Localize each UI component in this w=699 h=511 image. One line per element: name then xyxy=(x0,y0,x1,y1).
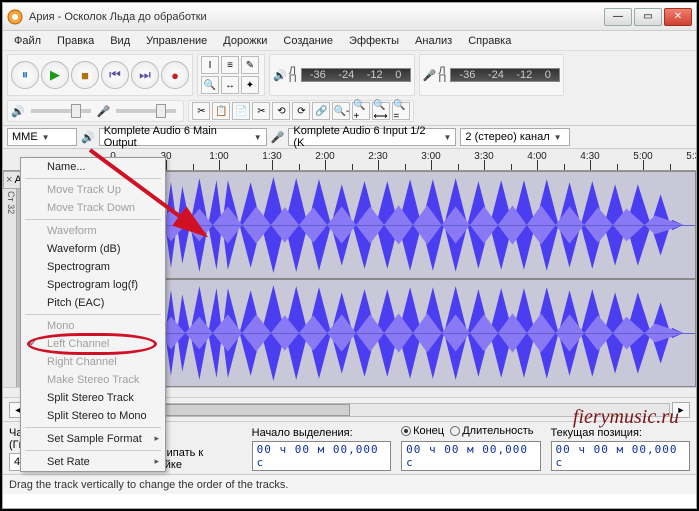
menu-analyze[interactable]: Анализ xyxy=(408,33,459,49)
waveform-channel-left[interactable] xyxy=(113,171,696,279)
tool-draw[interactable]: ✎ xyxy=(241,56,259,74)
watermark-text: fierymusic.ru xyxy=(573,406,679,429)
current-position-timecode[interactable]: 00 ч 00 м 00,000 с xyxy=(551,441,690,471)
cm-spectrogram[interactable]: Spectrogram xyxy=(21,258,165,276)
selection-end-timecode[interactable]: 00 ч 00 м 00,000 с xyxy=(401,441,540,471)
cm-split-stereo[interactable]: Split Stereo Track xyxy=(21,389,165,407)
menu-control[interactable]: Управление xyxy=(139,33,214,49)
playback-meter[interactable]: -36-24-120 xyxy=(301,68,411,82)
menu-effects[interactable]: Эффекты xyxy=(342,33,406,49)
input-channels-combo[interactable]: 2 (стерео) канал▼ xyxy=(460,128,570,146)
cm-left-channel[interactable]: Left Channel xyxy=(21,335,165,353)
edit-paste[interactable]: 📄 xyxy=(232,102,250,120)
cm-move-up[interactable]: Move Track Up xyxy=(21,181,165,199)
cm-pitch[interactable]: Pitch (EAC) xyxy=(21,294,165,312)
menubar: Файл Правка Вид Управление Дорожки Созда… xyxy=(3,31,696,51)
cm-move-down[interactable]: Move Track Down xyxy=(21,199,165,217)
skip-end-button[interactable]: ⏭ xyxy=(131,61,159,89)
cm-set-rate[interactable]: Set Rate xyxy=(21,453,165,471)
maximize-button[interactable]: ▭ xyxy=(634,8,662,26)
waveform-channel-right[interactable] xyxy=(113,279,696,387)
input-volume-slider[interactable] xyxy=(116,109,176,113)
device-toolbar: MME▼ 🔊 Komplete Audio 6 Main Output▼ 🎤 K… xyxy=(3,126,696,149)
mic-device-icon: 🎤 xyxy=(271,131,285,144)
cm-set-sample-format[interactable]: Set Sample Format xyxy=(21,430,165,448)
cm-waveform[interactable]: Waveform xyxy=(21,222,165,240)
skip-start-button[interactable]: ⏮ xyxy=(101,61,129,89)
speaker-out-icon: 🔊 xyxy=(273,69,287,82)
cm-name[interactable]: Name... xyxy=(21,158,165,176)
edit-undo[interactable]: ⟳ xyxy=(292,102,310,120)
menu-generate[interactable]: Создание xyxy=(276,33,340,49)
mic-in-icon: 🎤 xyxy=(423,69,437,82)
play-button[interactable]: ▶ xyxy=(41,61,69,89)
output-device-combo[interactable]: Komplete Audio 6 Main Output▼ xyxy=(99,128,267,146)
track-info-strip: Ст 32 xyxy=(3,189,17,387)
stop-button[interactable]: ■ xyxy=(71,61,99,89)
menu-help[interactable]: Справка xyxy=(461,33,518,49)
tool-timeshift[interactable]: ↔ xyxy=(221,76,239,94)
close-button[interactable]: ✕ xyxy=(664,8,692,26)
menu-tracks[interactable]: Дорожки xyxy=(216,33,274,49)
cm-waveform-db[interactable]: Waveform (dB) xyxy=(21,240,165,258)
track-close-icon[interactable]: × xyxy=(6,174,12,186)
cm-right-channel[interactable]: Right Channel xyxy=(21,353,165,371)
menu-file[interactable]: Файл xyxy=(7,33,48,49)
duration-radio[interactable]: Длительность xyxy=(450,425,533,437)
minimize-button[interactable]: — xyxy=(604,8,632,26)
speaker-vol-icon: 🔊 xyxy=(11,105,25,118)
toolbar-row-1: ⏸ ▶ ■ ⏮ ⏭ ● I ≡ ✎ 🔍 ↔ ✦ 🔊 ЛП -36-24-120 … xyxy=(3,51,696,126)
output-volume-slider[interactable] xyxy=(31,109,91,113)
window-title: Ария - Осколок Льда до обработки xyxy=(29,11,602,23)
edit-redo[interactable]: 🔗 xyxy=(312,102,330,120)
mic-vol-icon: 🎤 xyxy=(97,105,111,118)
cm-mono[interactable]: Mono xyxy=(21,317,165,335)
zoom-fitproj[interactable]: 🔍= xyxy=(392,102,410,120)
cm-split-mono[interactable]: Split Stereo to Mono xyxy=(21,407,165,425)
record-meter[interactable]: -36-24-120 xyxy=(450,68,560,82)
edit-copy[interactable]: 📋 xyxy=(212,102,230,120)
pause-button[interactable]: ⏸ xyxy=(11,61,39,89)
menu-edit[interactable]: Правка xyxy=(50,33,101,49)
app-icon xyxy=(7,9,23,25)
zoom-fitsel[interactable]: 🔍⟷ xyxy=(372,102,390,120)
end-radio[interactable]: Конец xyxy=(401,425,444,437)
edit-trim[interactable]: ✂ xyxy=(252,102,270,120)
cm-make-stereo[interactable]: Make Stereo Track xyxy=(21,371,165,389)
selection-start-timecode[interactable]: 00 ч 00 м 00,000 с xyxy=(252,441,391,471)
zoom-out[interactable]: 🔍+ xyxy=(352,102,370,120)
tool-selection[interactable]: I xyxy=(201,56,219,74)
cm-spectrogram-logf[interactable]: Spectrogram log(f) xyxy=(21,276,165,294)
selection-start-label: Начало выделения: xyxy=(252,427,391,439)
window-titlebar: Ария - Осколок Льда до обработки — ▭ ✕ xyxy=(3,3,696,31)
edit-cut[interactable]: ✂ xyxy=(192,102,210,120)
tool-envelope[interactable]: ≡ xyxy=(221,56,239,74)
edit-silence[interactable]: ⟲ xyxy=(272,102,290,120)
track-context-menu: Name... Move Track Up Move Track Down Wa… xyxy=(20,157,166,472)
tool-zoom[interactable]: 🔍 xyxy=(201,76,219,94)
record-button[interactable]: ● xyxy=(161,61,189,89)
menu-view[interactable]: Вид xyxy=(103,33,137,49)
speaker-device-icon: 🔊 xyxy=(81,131,95,144)
tool-multi[interactable]: ✦ xyxy=(241,76,259,94)
audio-host-combo[interactable]: MME▼ xyxy=(7,128,77,146)
statusbar: Drag the track vertically to change the … xyxy=(3,474,696,494)
zoom-in[interactable]: 🔍- xyxy=(332,102,350,120)
input-device-combo[interactable]: Komplete Audio 6 Input 1/2 (K▼ xyxy=(288,128,456,146)
